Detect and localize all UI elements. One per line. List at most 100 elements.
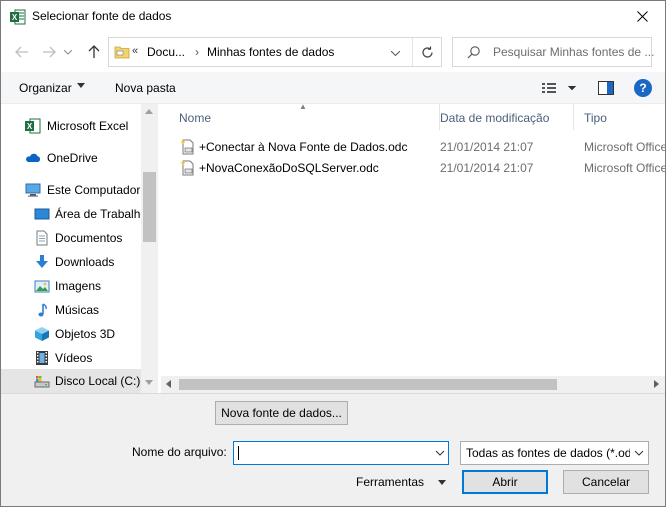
sidebar-item-label: Músicas: [55, 303, 100, 317]
refresh-button[interactable]: [412, 38, 442, 66]
scrollbar-thumb[interactable]: [143, 172, 156, 242]
sidebar-item-pictures[interactable]: Imagens: [1, 274, 141, 298]
desktop-icon: [34, 208, 50, 220]
scroll-right-icon[interactable]: [654, 380, 659, 388]
cancel-button[interactable]: Cancelar: [563, 470, 649, 494]
help-icon[interactable]: ?: [634, 79, 652, 97]
column-header-label: Tipo: [584, 111, 607, 125]
file-row[interactable]: +Conectar à Nova Fonte de Dados.odc 21/0…: [171, 136, 665, 158]
scrollbar-thumb[interactable]: [179, 379, 557, 390]
sidebar-item-this-pc[interactable]: Este Computador: [1, 178, 141, 202]
new-folder-button[interactable]: Nova pasta: [115, 81, 176, 95]
close-button[interactable]: [619, 1, 665, 32]
filename-label: Nome do arquivo:: [132, 445, 227, 459]
search-placeholder: Pesquisar Minhas fontes de ...: [493, 45, 655, 59]
column-header-label: Data de modificação: [440, 111, 550, 125]
organize-dropdown-arrow-icon[interactable]: [77, 83, 85, 88]
excel-icon: X: [25, 118, 41, 134]
sidebar-item-label: Vídeos: [55, 351, 93, 365]
svg-text:X: X: [27, 122, 33, 131]
sidebar-item-label: Microsoft Excel: [47, 119, 129, 133]
odc-file-icon: [181, 160, 194, 176]
arrow-left-icon: [15, 46, 28, 58]
recent-locations-button[interactable]: [61, 41, 75, 63]
document-icon: [36, 230, 48, 246]
address-separator[interactable]: ›: [195, 45, 199, 59]
open-button[interactable]: Abrir: [462, 470, 548, 494]
sidebar-item-onedrive[interactable]: OneDrive: [1, 146, 141, 170]
sidebar-item-label: Downloads: [55, 255, 115, 269]
tools-dropdown-arrow-icon[interactable]: [438, 480, 446, 485]
navigation-pane-scrollbar[interactable]: [141, 104, 158, 393]
new-data-source-button[interactable]: Nova fonte de dados...: [215, 401, 348, 425]
up-button[interactable]: [83, 41, 105, 63]
sidebar-item-label: Imagens: [55, 279, 102, 293]
file-name: +NovaConexãoDoSQLServer.odc: [199, 161, 379, 175]
computer-icon: [25, 183, 41, 197]
arrow-up-icon: [88, 45, 100, 58]
image-icon: [34, 280, 50, 293]
sidebar-item-3d-objects[interactable]: Objetos 3D: [1, 322, 141, 346]
chevron-down-icon[interactable]: [435, 447, 445, 459]
column-header-name[interactable]: ▲ Nome: [169, 102, 440, 130]
svg-text:X: X: [12, 13, 18, 22]
preview-pane-button[interactable]: [598, 81, 614, 95]
address-overflow-chevron[interactable]: «: [132, 45, 138, 57]
sidebar-item-label: OneDrive: [47, 151, 98, 165]
tools-menu[interactable]: Ferramentas: [356, 475, 424, 489]
window-title: Selecionar fonte de dados: [32, 9, 172, 23]
file-list: ▲ Nome Data de modificação Tipo +Conecta…: [161, 102, 665, 393]
sidebar-item-videos[interactable]: Vídeos: [1, 346, 141, 370]
select-data-source-dialog: X Selecionar fonte de dados « Docu... › …: [0, 0, 666, 507]
filename-input[interactable]: [233, 441, 449, 465]
file-row[interactable]: +NovaConexãoDoSQLServer.odc 21/01/2014 2…: [171, 157, 665, 179]
address-dropdown-button[interactable]: [387, 46, 403, 60]
sort-ascending-icon: ▲: [299, 102, 307, 111]
file-type-filter-value: Todas as fontes de dados (*.odc: [466, 446, 630, 460]
navigation-bar: « Docu... › Minhas fontes de dados Pesqu…: [1, 32, 665, 72]
back-button[interactable]: [11, 41, 33, 63]
scroll-up-icon[interactable]: [145, 109, 153, 114]
file-list-horizontal-scrollbar[interactable]: [161, 376, 665, 393]
view-details-icon: [542, 83, 577, 93]
music-icon: [38, 303, 47, 317]
sidebar-item-label: Documentos: [55, 231, 123, 245]
sidebar-item-local-disk[interactable]: Disco Local (C:): [1, 369, 141, 393]
file-type: Microsoft Office: [584, 161, 666, 175]
file-modified: 21/01/2014 21:07: [440, 161, 534, 175]
refresh-icon: [422, 46, 433, 58]
search-box[interactable]: Pesquisar Minhas fontes de ...: [452, 37, 655, 67]
preview-pane-icon: [598, 81, 614, 95]
forward-button[interactable]: [38, 41, 60, 63]
address-segment-documents[interactable]: Docu...: [147, 45, 185, 59]
column-header-type[interactable]: Tipo: [574, 104, 665, 130]
search-icon: [467, 46, 480, 59]
column-header-modified[interactable]: Data de modificação: [430, 104, 574, 130]
file-type: Microsoft Office: [584, 140, 666, 154]
sidebar-item-music[interactable]: Músicas: [1, 298, 141, 322]
sidebar-item-documents[interactable]: Documentos: [1, 226, 141, 250]
sidebar-item-label: Este Computador: [47, 183, 141, 197]
odc-file-icon: [181, 139, 194, 155]
title-bar: X Selecionar fonte de dados: [1, 1, 665, 32]
dialog-footer: Nova fonte de dados... Nome do arquivo: …: [1, 393, 665, 506]
address-segment-current[interactable]: Minhas fontes de dados: [207, 45, 334, 59]
scroll-left-icon[interactable]: [166, 380, 171, 388]
sidebar-item-label: Disco Local (C:): [55, 374, 141, 388]
drive-icon: [34, 376, 50, 388]
file-type-filter-select[interactable]: Todas as fontes de dados (*.odc: [460, 441, 649, 465]
text-caret: [238, 446, 239, 460]
video-icon: [36, 351, 48, 365]
chevron-down-icon: [634, 450, 644, 456]
sidebar-item-microsoft-excel[interactable]: X Microsoft Excel: [1, 114, 141, 138]
sidebar-item-downloads[interactable]: Downloads: [1, 250, 141, 274]
file-modified: 21/01/2014 21:07: [440, 140, 534, 154]
change-view-button[interactable]: [541, 80, 577, 96]
cloud-icon: [26, 153, 41, 162]
address-bar[interactable]: « Docu... › Minhas fontes de dados: [108, 37, 442, 67]
command-toolbar: Organizar Nova pasta ?: [1, 72, 665, 104]
organize-menu[interactable]: Organizar: [19, 81, 72, 95]
scroll-down-icon[interactable]: [145, 380, 153, 385]
arrow-right-icon: [43, 46, 56, 58]
sidebar-item-desktop[interactable]: Área de Trabalho: [1, 202, 147, 226]
